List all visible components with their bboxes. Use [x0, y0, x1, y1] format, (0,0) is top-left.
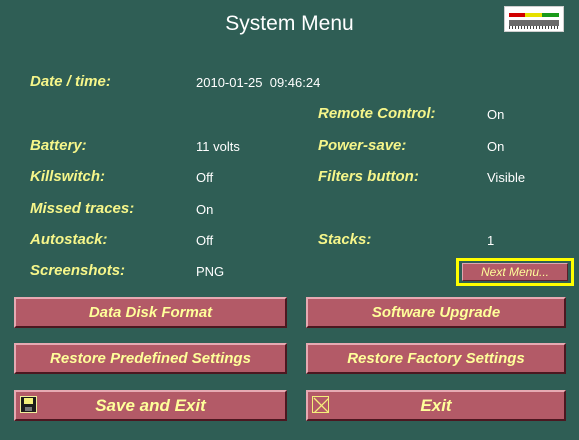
floppy-disk-icon: [20, 396, 37, 413]
autostack-value[interactable]: Off: [196, 233, 213, 248]
page-title: System Menu: [225, 12, 354, 35]
battery-value: 11 volts: [196, 139, 240, 154]
signal-level-meter-icon: [504, 6, 564, 32]
screenshots-label: Screenshots:: [30, 262, 126, 279]
autostack-label: Autostack:: [30, 231, 108, 248]
restore-factory-settings-button[interactable]: Restore Factory Settings: [306, 343, 566, 374]
restore-predefined-settings-button[interactable]: Restore Predefined Settings: [14, 343, 287, 374]
exit-label: Exit: [420, 396, 452, 415]
missed-traces-value[interactable]: On: [196, 202, 213, 217]
software-upgrade-button[interactable]: Software Upgrade: [306, 297, 566, 328]
save-and-exit-label: Save and Exit: [95, 396, 206, 415]
stacks-label: Stacks:: [318, 231, 372, 248]
battery-label: Battery:: [30, 137, 87, 154]
killswitch-value[interactable]: Off: [196, 170, 213, 185]
datetime-value[interactable]: 2010-01-25 09:46:24: [196, 75, 320, 90]
close-x-icon: [312, 396, 329, 413]
exit-button[interactable]: Exit: [306, 390, 566, 421]
save-and-exit-button[interactable]: Save and Exit: [14, 390, 287, 421]
remote-control-label: Remote Control:: [318, 105, 436, 122]
filters-button-value[interactable]: Visible: [487, 170, 525, 185]
missed-traces-label: Missed traces:: [30, 200, 135, 217]
stacks-value[interactable]: 1: [487, 233, 494, 248]
next-menu-label: Next Menu...: [462, 263, 568, 281]
data-disk-format-button[interactable]: Data Disk Format: [14, 297, 287, 328]
filters-button-label: Filters button:: [318, 168, 419, 185]
next-menu-button[interactable]: Next Menu...: [456, 258, 574, 286]
power-save-label: Power-save:: [318, 137, 407, 154]
remote-control-value[interactable]: On: [487, 107, 504, 122]
power-save-value[interactable]: On: [487, 139, 504, 154]
killswitch-label: Killswitch:: [30, 168, 106, 185]
screenshots-value[interactable]: PNG: [196, 264, 224, 279]
datetime-label: Date / time:: [30, 73, 111, 90]
